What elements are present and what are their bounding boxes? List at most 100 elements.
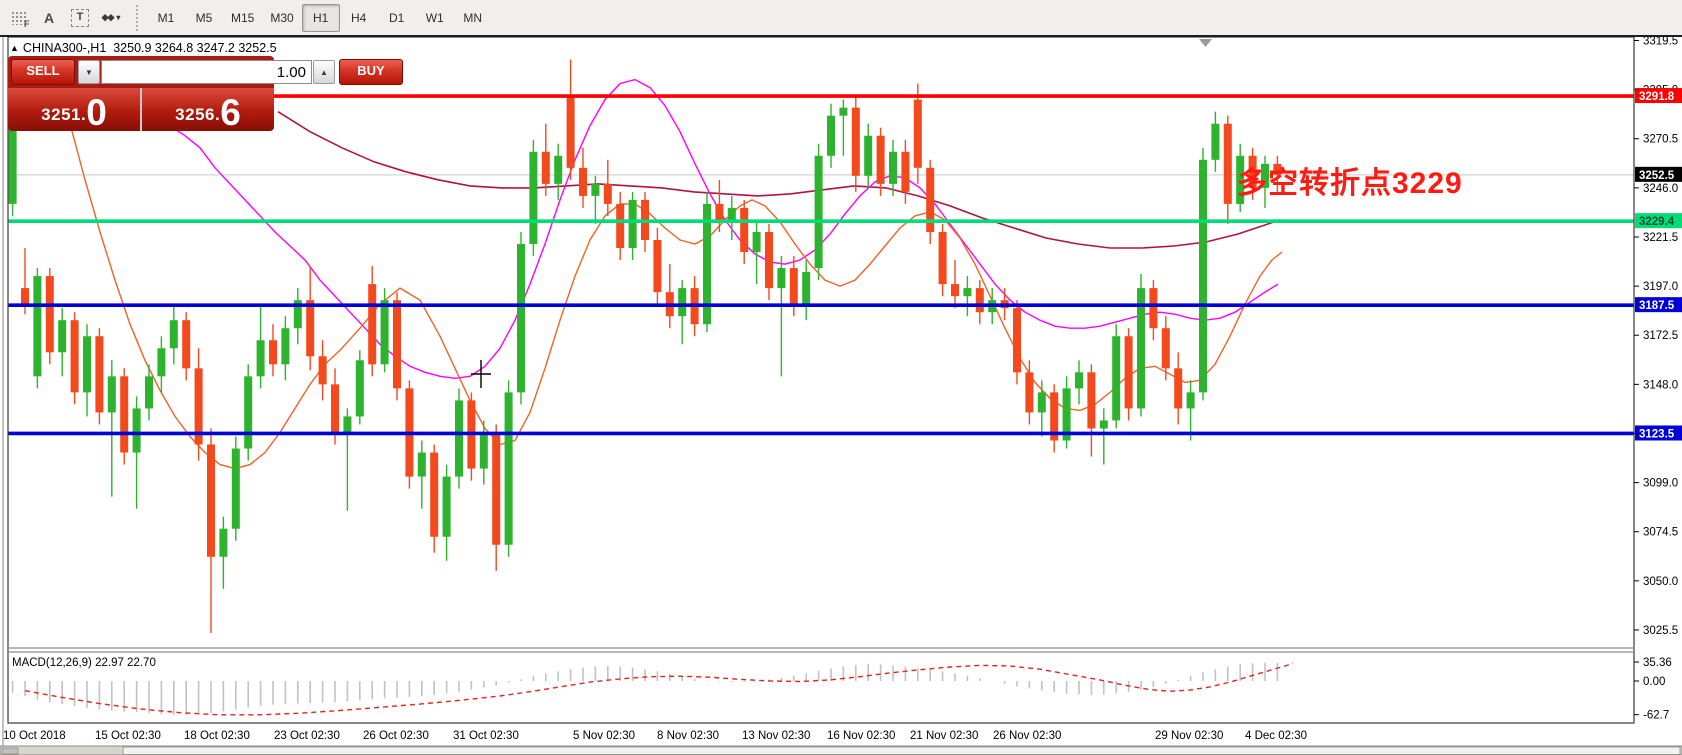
candle-up — [455, 400, 463, 476]
candles — [9, 60, 1282, 633]
chart-window-icon[interactable]: F — [5, 5, 31, 31]
time-axis-label: 5 Nov 02:30 — [573, 730, 635, 742]
chart-title: ▲CHINA300-,H1 3250.9 3264.8 3247.2 3252.… — [10, 41, 277, 55]
price-axis-tick-label: 3148.0 — [1643, 379, 1678, 391]
candle-up — [83, 336, 91, 392]
timeframe-button-h1[interactable]: H1 — [302, 4, 340, 32]
candle-up — [232, 449, 240, 529]
candle-down — [542, 152, 550, 184]
candle-down — [269, 340, 277, 364]
candle-up — [963, 288, 971, 296]
candle-down — [1125, 336, 1133, 408]
macd-axis-label: -62.7 — [1643, 710, 1669, 722]
chart-annotation-text[interactable]: 多空转折点3229 — [1237, 158, 1463, 202]
candle-down — [46, 276, 54, 352]
timeframe-button-m1[interactable]: M1 — [147, 4, 185, 32]
candle-down — [1224, 124, 1232, 204]
candle-down — [1174, 368, 1182, 408]
timeframe-button-d1[interactable]: D1 — [378, 4, 416, 32]
timeframe-button-w1[interactable]: W1 — [416, 4, 454, 32]
candle-down — [21, 288, 29, 304]
sell-price-panel[interactable]: 3251.0 — [8, 88, 140, 131]
hline-price-label: 3123.5 — [1639, 428, 1675, 440]
candle-up — [257, 340, 265, 376]
price-plot — [8, 60, 1634, 633]
volume-decrease-button[interactable]: ▼ — [78, 60, 100, 84]
price-axis-tick-label: 3319.5 — [1643, 36, 1678, 48]
candle-down — [207, 445, 215, 557]
current-price-label: 3252.5 — [1639, 170, 1675, 182]
candle-down — [393, 300, 401, 388]
candle-up — [802, 272, 810, 304]
candle-down — [430, 453, 438, 537]
buy-price-panel[interactable]: 3256.6 — [142, 88, 274, 131]
candle-up — [170, 320, 178, 348]
shapes-dropdown-icon[interactable]: ◆◆▾ — [98, 5, 124, 31]
time-axis-label: 26 Nov 02:30 — [993, 730, 1061, 742]
text-box-icon[interactable]: T — [67, 5, 93, 31]
candle-down — [765, 232, 773, 288]
candle-up — [480, 432, 488, 468]
candle-up — [591, 184, 599, 196]
volume-increase-button[interactable]: ▲ — [313, 60, 335, 84]
candle-up — [244, 376, 252, 448]
candle-up — [1112, 336, 1120, 420]
timeframe-button-m5[interactable]: M5 — [185, 4, 223, 32]
candle-down — [653, 240, 661, 292]
price-axis-tick-label: 3025.5 — [1643, 625, 1678, 637]
candle-up — [889, 152, 897, 184]
text-label-icon[interactable]: A — [36, 5, 62, 31]
candle-down — [1013, 308, 1021, 372]
candle-down — [914, 100, 922, 168]
time-axis-label: 15 Oct 02:30 — [95, 730, 161, 742]
candle-up — [1100, 420, 1108, 428]
time-axis-label: 29 Nov 02:30 — [1155, 730, 1223, 742]
price-axis-tick-label: 3197.0 — [1643, 281, 1678, 293]
price-axis-tick-label: 3270.5 — [1643, 134, 1678, 146]
candle-down — [1025, 372, 1033, 412]
bottom-bar-handle[interactable] — [2, 748, 18, 754]
candle-down — [567, 96, 575, 168]
candle-up — [839, 108, 847, 116]
time-axis-label: 10 Oct 2018 — [3, 730, 66, 742]
candle-up — [1038, 392, 1046, 412]
buy-price-main: 3256 — [175, 105, 215, 125]
candle-down — [901, 152, 909, 192]
sell-button[interactable]: SELL — [11, 59, 75, 85]
hline-price-label: 3229.4 — [1639, 216, 1675, 228]
candle-up — [356, 360, 364, 416]
macd-panel: MACD(12,26,9) 22.97 22.70 — [12, 657, 1293, 715]
candle-up — [133, 408, 141, 452]
time-axis-label: 26 Oct 02:30 — [363, 730, 429, 742]
candle-down — [120, 376, 128, 452]
time-axis-label: 13 Nov 02:30 — [742, 730, 810, 742]
candle-up — [1199, 160, 1207, 393]
timeframe-button-mn[interactable]: MN — [454, 4, 492, 32]
candle-up — [33, 276, 41, 376]
candle-down — [95, 336, 103, 412]
candle-down — [1162, 328, 1170, 368]
candle-down — [1087, 372, 1095, 428]
toolbar: FAT◆◆▾ M1M5M15M30H1H4D1W1MN — [0, 0, 1682, 37]
candle-up — [505, 392, 513, 544]
timeframe-button-h4[interactable]: H4 — [340, 4, 378, 32]
chart-shift-marker[interactable] — [1199, 39, 1212, 47]
symbol-collapse-icon[interactable]: ▲ — [10, 43, 19, 53]
candle-up — [145, 376, 153, 408]
timeframe-button-m30[interactable]: M30 — [262, 4, 301, 32]
candle-down — [790, 268, 798, 304]
macd-axis-label: 35.36 — [1643, 657, 1672, 669]
candle-up — [1075, 372, 1083, 388]
horizontal-scrollbar[interactable] — [123, 747, 1680, 755]
time-axis-label: 21 Nov 02:30 — [910, 730, 978, 742]
buy-button[interactable]: BUY — [339, 59, 403, 85]
candle-down — [182, 320, 190, 368]
candle-up — [343, 416, 351, 432]
volume-input[interactable] — [101, 60, 312, 84]
candle-up — [517, 244, 525, 392]
price-axis-tick-label: 3172.5 — [1643, 330, 1678, 342]
candle-down — [306, 300, 314, 356]
timeframe-button-m15[interactable]: M15 — [223, 4, 262, 32]
candle-up — [728, 208, 736, 220]
sell-price-big-digit: 0 — [86, 98, 107, 128]
